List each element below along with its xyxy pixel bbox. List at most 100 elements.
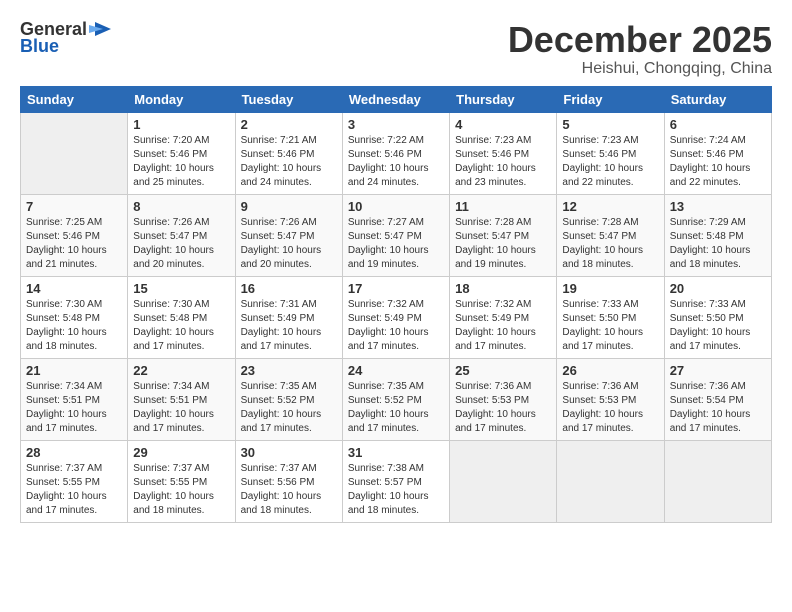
cell-info: Sunrise: 7:34 AM Sunset: 5:51 PM Dayligh… bbox=[26, 380, 122, 436]
calendar-header-sunday: Sunday bbox=[21, 86, 128, 112]
day-number: 28 bbox=[26, 445, 122, 460]
day-number: 11 bbox=[455, 199, 551, 214]
calendar-cell: 27 Sunrise: 7:36 AM Sunset: 5:54 PM Dayli… bbox=[664, 358, 771, 440]
day-number: 30 bbox=[241, 445, 337, 460]
week-row: 21 Sunrise: 7:34 AM Sunset: 5:51 PM Dayli… bbox=[21, 358, 772, 440]
cell-info: Sunrise: 7:37 AM Sunset: 5:56 PM Dayligh… bbox=[241, 462, 337, 518]
logo-arrow-icon bbox=[89, 20, 115, 38]
calendar-header-tuesday: Tuesday bbox=[235, 86, 342, 112]
day-number: 12 bbox=[562, 199, 658, 214]
calendar-header-row: SundayMondayTuesdayWednesdayThursdayFrid… bbox=[21, 86, 772, 112]
day-number: 17 bbox=[348, 281, 444, 296]
calendar-cell bbox=[664, 440, 771, 522]
calendar-cell: 15 Sunrise: 7:30 AM Sunset: 5:48 PM Dayli… bbox=[128, 276, 235, 358]
day-number: 14 bbox=[26, 281, 122, 296]
calendar-cell: 19 Sunrise: 7:33 AM Sunset: 5:50 PM Dayli… bbox=[557, 276, 664, 358]
calendar-cell: 5 Sunrise: 7:23 AM Sunset: 5:46 PM Daylig… bbox=[557, 112, 664, 194]
cell-info: Sunrise: 7:36 AM Sunset: 5:54 PM Dayligh… bbox=[670, 380, 766, 436]
calendar-cell: 24 Sunrise: 7:35 AM Sunset: 5:52 PM Dayli… bbox=[342, 358, 449, 440]
calendar-cell: 4 Sunrise: 7:23 AM Sunset: 5:46 PM Daylig… bbox=[450, 112, 557, 194]
day-number: 1 bbox=[133, 117, 229, 132]
day-number: 29 bbox=[133, 445, 229, 460]
day-number: 18 bbox=[455, 281, 551, 296]
calendar-table: SundayMondayTuesdayWednesdayThursdayFrid… bbox=[20, 86, 772, 523]
day-number: 20 bbox=[670, 281, 766, 296]
calendar-cell: 7 Sunrise: 7:25 AM Sunset: 5:46 PM Daylig… bbox=[21, 194, 128, 276]
calendar-header-monday: Monday bbox=[128, 86, 235, 112]
calendar-cell: 2 Sunrise: 7:21 AM Sunset: 5:46 PM Daylig… bbox=[235, 112, 342, 194]
calendar-cell: 21 Sunrise: 7:34 AM Sunset: 5:51 PM Dayli… bbox=[21, 358, 128, 440]
day-number: 16 bbox=[241, 281, 337, 296]
cell-info: Sunrise: 7:23 AM Sunset: 5:46 PM Dayligh… bbox=[455, 134, 551, 190]
cell-info: Sunrise: 7:20 AM Sunset: 5:46 PM Dayligh… bbox=[133, 134, 229, 190]
cell-info: Sunrise: 7:35 AM Sunset: 5:52 PM Dayligh… bbox=[348, 380, 444, 436]
day-number: 15 bbox=[133, 281, 229, 296]
day-number: 22 bbox=[133, 363, 229, 378]
cell-info: Sunrise: 7:28 AM Sunset: 5:47 PM Dayligh… bbox=[455, 216, 551, 272]
logo-blue-text: Blue bbox=[20, 36, 59, 57]
header: General Blue December 2025 Heishui, Chon… bbox=[20, 20, 772, 78]
cell-info: Sunrise: 7:32 AM Sunset: 5:49 PM Dayligh… bbox=[348, 298, 444, 354]
day-number: 26 bbox=[562, 363, 658, 378]
calendar-cell: 11 Sunrise: 7:28 AM Sunset: 5:47 PM Dayli… bbox=[450, 194, 557, 276]
day-number: 27 bbox=[670, 363, 766, 378]
cell-info: Sunrise: 7:37 AM Sunset: 5:55 PM Dayligh… bbox=[133, 462, 229, 518]
week-row: 1 Sunrise: 7:20 AM Sunset: 5:46 PM Daylig… bbox=[21, 112, 772, 194]
calendar-cell bbox=[557, 440, 664, 522]
calendar-cell: 30 Sunrise: 7:37 AM Sunset: 5:56 PM Dayli… bbox=[235, 440, 342, 522]
day-number: 24 bbox=[348, 363, 444, 378]
cell-info: Sunrise: 7:21 AM Sunset: 5:46 PM Dayligh… bbox=[241, 134, 337, 190]
day-number: 9 bbox=[241, 199, 337, 214]
calendar-cell: 17 Sunrise: 7:32 AM Sunset: 5:49 PM Dayli… bbox=[342, 276, 449, 358]
calendar-cell: 29 Sunrise: 7:37 AM Sunset: 5:55 PM Dayli… bbox=[128, 440, 235, 522]
cell-info: Sunrise: 7:30 AM Sunset: 5:48 PM Dayligh… bbox=[26, 298, 122, 354]
day-number: 13 bbox=[670, 199, 766, 214]
calendar-header-saturday: Saturday bbox=[664, 86, 771, 112]
cell-info: Sunrise: 7:33 AM Sunset: 5:50 PM Dayligh… bbox=[562, 298, 658, 354]
day-number: 31 bbox=[348, 445, 444, 460]
cell-info: Sunrise: 7:23 AM Sunset: 5:46 PM Dayligh… bbox=[562, 134, 658, 190]
cell-info: Sunrise: 7:22 AM Sunset: 5:46 PM Dayligh… bbox=[348, 134, 444, 190]
cell-info: Sunrise: 7:37 AM Sunset: 5:55 PM Dayligh… bbox=[26, 462, 122, 518]
cell-info: Sunrise: 7:25 AM Sunset: 5:46 PM Dayligh… bbox=[26, 216, 122, 272]
day-number: 23 bbox=[241, 363, 337, 378]
calendar-cell: 23 Sunrise: 7:35 AM Sunset: 5:52 PM Dayli… bbox=[235, 358, 342, 440]
calendar-cell: 31 Sunrise: 7:38 AM Sunset: 5:57 PM Dayli… bbox=[342, 440, 449, 522]
cell-info: Sunrise: 7:24 AM Sunset: 5:46 PM Dayligh… bbox=[670, 134, 766, 190]
day-number: 21 bbox=[26, 363, 122, 378]
week-row: 7 Sunrise: 7:25 AM Sunset: 5:46 PM Daylig… bbox=[21, 194, 772, 276]
calendar-cell: 9 Sunrise: 7:26 AM Sunset: 5:47 PM Daylig… bbox=[235, 194, 342, 276]
calendar-cell: 10Sunrise: 7:27 AM Sunset: 5:47 PM Dayli… bbox=[342, 194, 449, 276]
month-title: December 2025 bbox=[508, 20, 772, 60]
cell-info: Sunrise: 7:35 AM Sunset: 5:52 PM Dayligh… bbox=[241, 380, 337, 436]
calendar-header-friday: Friday bbox=[557, 86, 664, 112]
cell-info: Sunrise: 7:36 AM Sunset: 5:53 PM Dayligh… bbox=[455, 380, 551, 436]
calendar-cell: 12Sunrise: 7:28 AM Sunset: 5:47 PM Dayli… bbox=[557, 194, 664, 276]
cell-info: Sunrise: 7:38 AM Sunset: 5:57 PM Dayligh… bbox=[348, 462, 444, 518]
calendar-cell: 26 Sunrise: 7:36 AM Sunset: 5:53 PM Dayli… bbox=[557, 358, 664, 440]
page: General Blue December 2025 Heishui, Chon… bbox=[0, 0, 792, 612]
calendar-cell: 16Sunrise: 7:31 AM Sunset: 5:49 PM Dayli… bbox=[235, 276, 342, 358]
calendar-cell: 22 Sunrise: 7:34 AM Sunset: 5:51 PM Dayli… bbox=[128, 358, 235, 440]
day-number: 5 bbox=[562, 117, 658, 132]
calendar-cell: 1 Sunrise: 7:20 AM Sunset: 5:46 PM Daylig… bbox=[128, 112, 235, 194]
day-number: 2 bbox=[241, 117, 337, 132]
day-number: 25 bbox=[455, 363, 551, 378]
cell-info: Sunrise: 7:26 AM Sunset: 5:47 PM Dayligh… bbox=[241, 216, 337, 272]
calendar-cell: 28 Sunrise: 7:37 AM Sunset: 5:55 PM Dayli… bbox=[21, 440, 128, 522]
calendar-cell: 3Sunrise: 7:22 AM Sunset: 5:46 PM Daylig… bbox=[342, 112, 449, 194]
cell-info: Sunrise: 7:30 AM Sunset: 5:48 PM Dayligh… bbox=[133, 298, 229, 354]
cell-info: Sunrise: 7:29 AM Sunset: 5:48 PM Dayligh… bbox=[670, 216, 766, 272]
day-number: 6 bbox=[670, 117, 766, 132]
week-row: 28 Sunrise: 7:37 AM Sunset: 5:55 PM Dayli… bbox=[21, 440, 772, 522]
day-number: 4 bbox=[455, 117, 551, 132]
cell-info: Sunrise: 7:36 AM Sunset: 5:53 PM Dayligh… bbox=[562, 380, 658, 436]
cell-info: Sunrise: 7:34 AM Sunset: 5:51 PM Dayligh… bbox=[133, 380, 229, 436]
calendar-cell: 14 Sunrise: 7:30 AM Sunset: 5:48 PM Dayli… bbox=[21, 276, 128, 358]
calendar-cell: 8Sunrise: 7:26 AM Sunset: 5:47 PM Daylig… bbox=[128, 194, 235, 276]
day-number: 7 bbox=[26, 199, 122, 214]
calendar-cell: 18Sunrise: 7:32 AM Sunset: 5:49 PM Dayli… bbox=[450, 276, 557, 358]
calendar-cell: 13 Sunrise: 7:29 AM Sunset: 5:48 PM Dayli… bbox=[664, 194, 771, 276]
day-number: 19 bbox=[562, 281, 658, 296]
calendar-cell: 25 Sunrise: 7:36 AM Sunset: 5:53 PM Dayli… bbox=[450, 358, 557, 440]
